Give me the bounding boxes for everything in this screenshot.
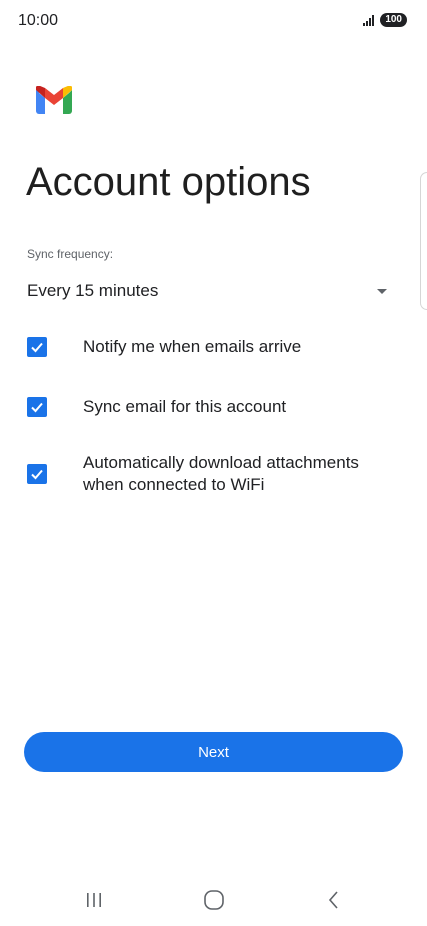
sync-email-label: Sync email for this account: [83, 397, 287, 416]
status-icons: 100: [363, 13, 407, 27]
recents-button[interactable]: [64, 880, 124, 920]
status-bar: 10:00 100: [0, 0, 427, 44]
recents-icon: [87, 893, 101, 907]
option-download-attachments[interactable]: Automatically download attachments when …: [27, 452, 397, 496]
back-button[interactable]: [304, 880, 364, 920]
option-notify[interactable]: Notify me when emails arrive: [27, 336, 407, 358]
download-attachments-checkbox[interactable]: [27, 464, 47, 484]
status-time: 10:00: [18, 12, 59, 29]
notify-label: Notify me when emails arrive: [83, 337, 302, 356]
back-icon: [328, 891, 338, 909]
checkmark-icon: [31, 342, 43, 353]
option-sync-email[interactable]: Sync email for this account: [27, 396, 407, 418]
notify-checkbox[interactable]: [27, 337, 47, 357]
edge-panel-handle[interactable]: [420, 172, 427, 310]
sync-frequency-label: Sync frequency:: [27, 247, 114, 261]
dropdown-arrow-icon: [377, 288, 387, 294]
home-icon: [204, 890, 224, 910]
page-title: Account options: [26, 160, 311, 204]
checkmark-icon: [31, 402, 43, 413]
gmail-logo-icon: [36, 86, 72, 114]
home-button[interactable]: [184, 880, 244, 920]
battery-indicator: 100: [380, 13, 407, 27]
checkmark-icon: [31, 469, 43, 480]
signal-icon: [363, 15, 375, 26]
sync-frequency-value: Every 15 minutes: [27, 281, 159, 300]
sync-email-checkbox[interactable]: [27, 397, 47, 417]
download-attachments-label: Automatically download attachments when …: [83, 453, 359, 494]
system-navigation-bar: [0, 880, 427, 920]
next-button[interactable]: Next: [24, 732, 403, 772]
sync-frequency-dropdown[interactable]: Every 15 minutes: [27, 276, 393, 306]
